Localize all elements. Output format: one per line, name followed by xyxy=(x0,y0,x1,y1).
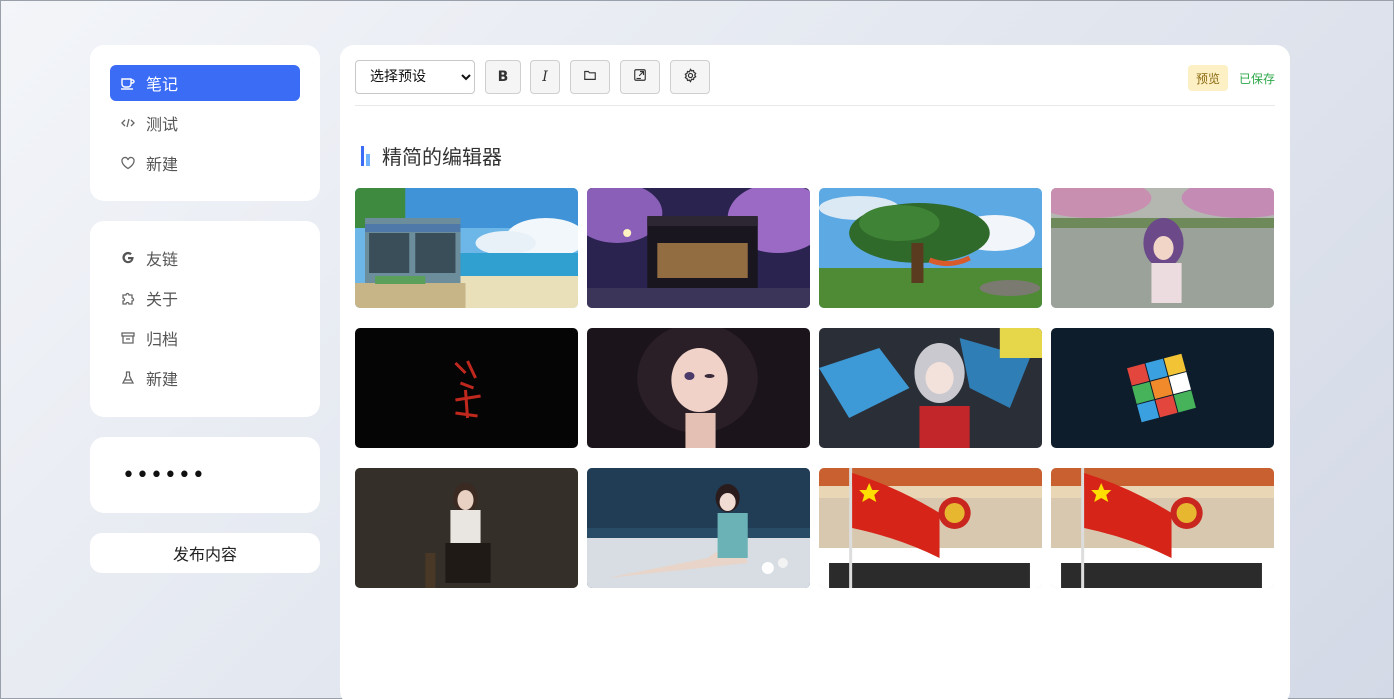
preview-button[interactable]: 预览 xyxy=(1187,65,1228,91)
password-card: •••••• xyxy=(90,437,320,513)
sidebar-item-new[interactable]: 新建 xyxy=(110,145,300,181)
archive-icon xyxy=(120,330,136,346)
settings-button[interactable] xyxy=(670,60,710,94)
sidebar-item-label: 测试 xyxy=(146,115,179,134)
gallery-image-seaside-cafe[interactable] xyxy=(355,188,578,308)
sidebar-item-test[interactable]: 测试 xyxy=(110,105,300,141)
heart-icon xyxy=(120,155,136,171)
sidebar-item-new-2[interactable]: 新建 xyxy=(110,360,300,396)
gallery-image-girl-lake[interactable] xyxy=(1051,188,1274,308)
editor-title-block: 精简的编辑器 xyxy=(361,141,502,170)
bold-button[interactable]: B xyxy=(485,60,521,94)
editor-panel: 选择预设 B I 预览 已保存 精简的编辑器 xyxy=(340,45,1290,699)
code-icon xyxy=(120,115,136,131)
gallery-image-red-flag-2[interactable] xyxy=(1051,468,1274,588)
sidebar-item-label: 新建 xyxy=(146,370,179,389)
gallery-image-red-flag[interactable] xyxy=(819,468,1042,588)
sidebar-item-about[interactable]: 关于 xyxy=(110,280,300,316)
sidebar-item-label: 新建 xyxy=(146,155,179,174)
gear-icon xyxy=(683,67,698,87)
sidebar-item-label: 友链 xyxy=(146,250,179,269)
gallery-image-tree-hammock[interactable] xyxy=(819,188,1042,308)
google-icon xyxy=(120,250,136,266)
editor-toolbar: 选择预设 B I 预览 已保存 xyxy=(355,60,1275,106)
gallery-image-rubiks-cube[interactable] xyxy=(1051,328,1274,448)
gallery-image-girl-graffiti[interactable] xyxy=(819,328,1042,448)
title-accent-bar xyxy=(361,145,364,166)
flask-icon xyxy=(120,370,136,386)
gallery-image-night-cafe[interactable] xyxy=(587,188,810,308)
folder-icon xyxy=(583,68,597,86)
external-link-icon xyxy=(633,68,647,86)
saved-status: 已保存 xyxy=(1238,71,1275,86)
sidebar-item-archive[interactable]: 归档 xyxy=(110,320,300,356)
sidebar-item-label: 笔记 xyxy=(146,75,179,94)
image-gallery xyxy=(355,188,1274,588)
sidebar-secondary-nav: 友链 关于 归档 新建 xyxy=(90,221,320,417)
cup-icon xyxy=(120,75,136,91)
password-field[interactable]: •••••• xyxy=(122,463,282,488)
gallery-image-girl-dark[interactable] xyxy=(587,328,810,448)
sidebar-item-label: 归档 xyxy=(146,330,179,349)
sidebar-item-links[interactable]: 友链 xyxy=(110,240,300,276)
folder-button[interactable] xyxy=(570,60,610,94)
sidebar-item-notes[interactable]: 笔记 xyxy=(110,65,300,101)
gallery-image-woman-beach[interactable] xyxy=(587,468,810,588)
gallery-image-calligraphy[interactable] xyxy=(355,328,578,448)
sidebar-item-label: 关于 xyxy=(146,290,179,309)
gallery-image-woman-seated[interactable] xyxy=(355,468,578,588)
open-external-button[interactable] xyxy=(620,60,660,94)
italic-button[interactable]: I xyxy=(530,60,560,94)
sidebar-primary-nav: 笔记 测试 新建 xyxy=(90,45,320,201)
puzzle-icon xyxy=(120,290,136,306)
page-title: 精简的编辑器 xyxy=(382,145,502,169)
preset-select[interactable]: 选择预设 xyxy=(355,60,475,94)
publish-button[interactable]: 发布内容 xyxy=(90,533,320,573)
title-accent-bar-small xyxy=(366,153,370,166)
